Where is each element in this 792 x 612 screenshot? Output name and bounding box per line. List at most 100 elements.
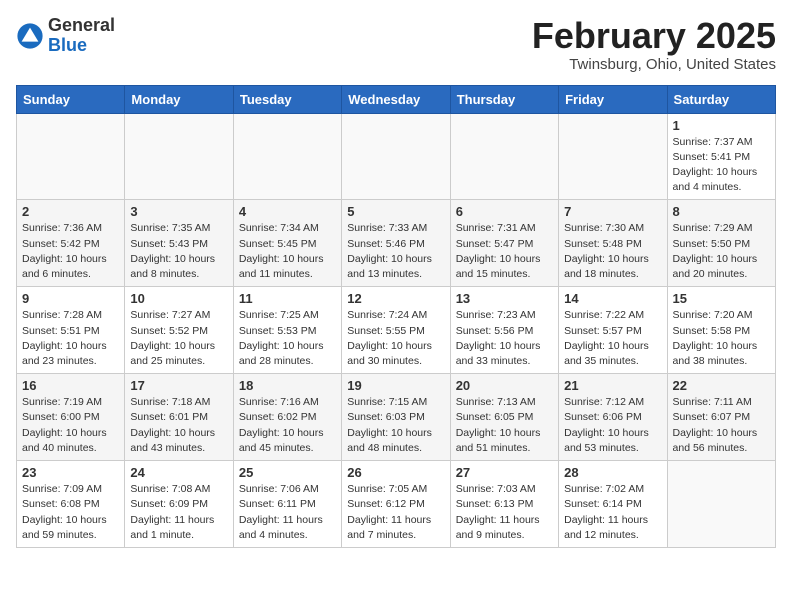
- day-cell: 5 Sunrise: 7:33 AMSunset: 5:46 PMDaylight…: [342, 200, 450, 287]
- day-cell: [667, 461, 775, 548]
- weekday-header-tuesday: Tuesday: [233, 85, 341, 113]
- day-number: 1: [673, 118, 770, 133]
- day-info: Sunrise: 7:06 AMSunset: 6:11 PMDaylight:…: [239, 482, 336, 543]
- day-number: 28: [564, 465, 661, 480]
- day-number: 15: [673, 291, 770, 306]
- day-number: 21: [564, 378, 661, 393]
- day-info: Sunrise: 7:33 AMSunset: 5:46 PMDaylight:…: [347, 221, 444, 282]
- day-cell: 21 Sunrise: 7:12 AMSunset: 6:06 PMDayligh…: [559, 374, 667, 461]
- day-number: 13: [456, 291, 553, 306]
- day-number: 11: [239, 291, 336, 306]
- day-number: 25: [239, 465, 336, 480]
- day-info: Sunrise: 7:15 AMSunset: 6:03 PMDaylight:…: [347, 395, 444, 456]
- day-info: Sunrise: 7:29 AMSunset: 5:50 PMDaylight:…: [673, 221, 770, 282]
- day-info: Sunrise: 7:37 AMSunset: 5:41 PMDaylight:…: [673, 135, 770, 196]
- day-number: 18: [239, 378, 336, 393]
- day-info: Sunrise: 7:13 AMSunset: 6:05 PMDaylight:…: [456, 395, 553, 456]
- day-number: 23: [22, 465, 119, 480]
- day-cell: 23 Sunrise: 7:09 AMSunset: 6:08 PMDayligh…: [17, 461, 125, 548]
- day-cell: 22 Sunrise: 7:11 AMSunset: 6:07 PMDayligh…: [667, 374, 775, 461]
- day-info: Sunrise: 7:23 AMSunset: 5:56 PMDaylight:…: [456, 308, 553, 369]
- day-number: 5: [347, 204, 444, 219]
- day-info: Sunrise: 7:30 AMSunset: 5:48 PMDaylight:…: [564, 221, 661, 282]
- day-info: Sunrise: 7:24 AMSunset: 5:55 PMDaylight:…: [347, 308, 444, 369]
- day-info: Sunrise: 7:12 AMSunset: 6:06 PMDaylight:…: [564, 395, 661, 456]
- day-cell: 4 Sunrise: 7:34 AMSunset: 5:45 PMDaylight…: [233, 200, 341, 287]
- day-cell: 18 Sunrise: 7:16 AMSunset: 6:02 PMDayligh…: [233, 374, 341, 461]
- day-cell: 11Sunrise: 7:25 AMSunset: 5:53 PMDayligh…: [233, 287, 341, 374]
- day-info: Sunrise: 7:19 AMSunset: 6:00 PMDaylight:…: [22, 395, 119, 456]
- day-cell: 6 Sunrise: 7:31 AMSunset: 5:47 PMDaylight…: [450, 200, 558, 287]
- day-number: 22: [673, 378, 770, 393]
- day-cell: 15 Sunrise: 7:20 AMSunset: 5:58 PMDayligh…: [667, 287, 775, 374]
- day-number: 12: [347, 291, 444, 306]
- weekday-header-wednesday: Wednesday: [342, 85, 450, 113]
- day-number: 10: [130, 291, 227, 306]
- month-title: February 2025: [532, 16, 776, 56]
- page-header: General Blue February 2025 Twinsburg, Oh…: [16, 16, 776, 73]
- logo: General Blue: [16, 16, 115, 56]
- day-number: 2: [22, 204, 119, 219]
- weekday-header-friday: Friday: [559, 85, 667, 113]
- day-info: Sunrise: 7:08 AMSunset: 6:09 PMDaylight:…: [130, 482, 227, 543]
- day-info: Sunrise: 7:09 AMSunset: 6:08 PMDaylight:…: [22, 482, 119, 543]
- day-cell: [233, 113, 341, 200]
- day-cell: 9Sunrise: 7:28 AMSunset: 5:51 PMDaylight…: [17, 287, 125, 374]
- day-cell: 1 Sunrise: 7:37 AMSunset: 5:41 PMDaylight…: [667, 113, 775, 200]
- day-cell: 3 Sunrise: 7:35 AMSunset: 5:43 PMDaylight…: [125, 200, 233, 287]
- day-info: Sunrise: 7:05 AMSunset: 6:12 PMDaylight:…: [347, 482, 444, 543]
- day-cell: 16Sunrise: 7:19 AMSunset: 6:00 PMDayligh…: [17, 374, 125, 461]
- day-info: Sunrise: 7:20 AMSunset: 5:58 PMDaylight:…: [673, 308, 770, 369]
- logo-text: General Blue: [48, 16, 115, 56]
- day-cell: 7 Sunrise: 7:30 AMSunset: 5:48 PMDaylight…: [559, 200, 667, 287]
- day-cell: 17Sunrise: 7:18 AMSunset: 6:01 PMDayligh…: [125, 374, 233, 461]
- week-row-5: 23 Sunrise: 7:09 AMSunset: 6:08 PMDayligh…: [17, 461, 776, 548]
- day-info: Sunrise: 7:35 AMSunset: 5:43 PMDaylight:…: [130, 221, 227, 282]
- day-info: Sunrise: 7:02 AMSunset: 6:14 PMDaylight:…: [564, 482, 661, 543]
- day-cell: [17, 113, 125, 200]
- day-info: Sunrise: 7:34 AMSunset: 5:45 PMDaylight:…: [239, 221, 336, 282]
- day-info: Sunrise: 7:16 AMSunset: 6:02 PMDaylight:…: [239, 395, 336, 456]
- day-info: Sunrise: 7:31 AMSunset: 5:47 PMDaylight:…: [456, 221, 553, 282]
- day-number: 4: [239, 204, 336, 219]
- day-number: 27: [456, 465, 553, 480]
- week-row-4: 16Sunrise: 7:19 AMSunset: 6:00 PMDayligh…: [17, 374, 776, 461]
- day-cell: 24 Sunrise: 7:08 AMSunset: 6:09 PMDayligh…: [125, 461, 233, 548]
- logo-blue: Blue: [48, 35, 87, 55]
- day-cell: [342, 113, 450, 200]
- day-number: 3: [130, 204, 227, 219]
- day-number: 9: [22, 291, 119, 306]
- day-cell: 26Sunrise: 7:05 AMSunset: 6:12 PMDayligh…: [342, 461, 450, 548]
- day-number: 14: [564, 291, 661, 306]
- day-number: 7: [564, 204, 661, 219]
- day-info: Sunrise: 7:22 AMSunset: 5:57 PMDaylight:…: [564, 308, 661, 369]
- day-number: 24: [130, 465, 227, 480]
- day-cell: 8 Sunrise: 7:29 AMSunset: 5:50 PMDaylight…: [667, 200, 775, 287]
- day-number: 6: [456, 204, 553, 219]
- week-row-2: 2 Sunrise: 7:36 AMSunset: 5:42 PMDaylight…: [17, 200, 776, 287]
- day-cell: 12 Sunrise: 7:24 AMSunset: 5:55 PMDayligh…: [342, 287, 450, 374]
- day-cell: [125, 113, 233, 200]
- day-cell: 25 Sunrise: 7:06 AMSunset: 6:11 PMDayligh…: [233, 461, 341, 548]
- day-info: Sunrise: 7:11 AMSunset: 6:07 PMDaylight:…: [673, 395, 770, 456]
- day-number: 17: [130, 378, 227, 393]
- day-cell: 27 Sunrise: 7:03 AMSunset: 6:13 PMDayligh…: [450, 461, 558, 548]
- weekday-header-saturday: Saturday: [667, 85, 775, 113]
- day-number: 8: [673, 204, 770, 219]
- weekday-header-sunday: Sunday: [17, 85, 125, 113]
- day-cell: 20Sunrise: 7:13 AMSunset: 6:05 PMDayligh…: [450, 374, 558, 461]
- logo-general: General: [48, 15, 115, 35]
- weekday-header-monday: Monday: [125, 85, 233, 113]
- day-cell: 2 Sunrise: 7:36 AMSunset: 5:42 PMDaylight…: [17, 200, 125, 287]
- day-cell: 19 Sunrise: 7:15 AMSunset: 6:03 PMDayligh…: [342, 374, 450, 461]
- week-row-3: 9Sunrise: 7:28 AMSunset: 5:51 PMDaylight…: [17, 287, 776, 374]
- weekday-header-thursday: Thursday: [450, 85, 558, 113]
- day-info: Sunrise: 7:03 AMSunset: 6:13 PMDaylight:…: [456, 482, 553, 543]
- day-info: Sunrise: 7:36 AMSunset: 5:42 PMDaylight:…: [22, 221, 119, 282]
- day-cell: [559, 113, 667, 200]
- day-number: 19: [347, 378, 444, 393]
- day-cell: 10Sunrise: 7:27 AMSunset: 5:52 PMDayligh…: [125, 287, 233, 374]
- weekday-header-row: SundayMondayTuesdayWednesdayThursdayFrid…: [17, 85, 776, 113]
- day-cell: 13 Sunrise: 7:23 AMSunset: 5:56 PMDayligh…: [450, 287, 558, 374]
- title-block: February 2025 Twinsburg, Ohio, United St…: [532, 16, 776, 73]
